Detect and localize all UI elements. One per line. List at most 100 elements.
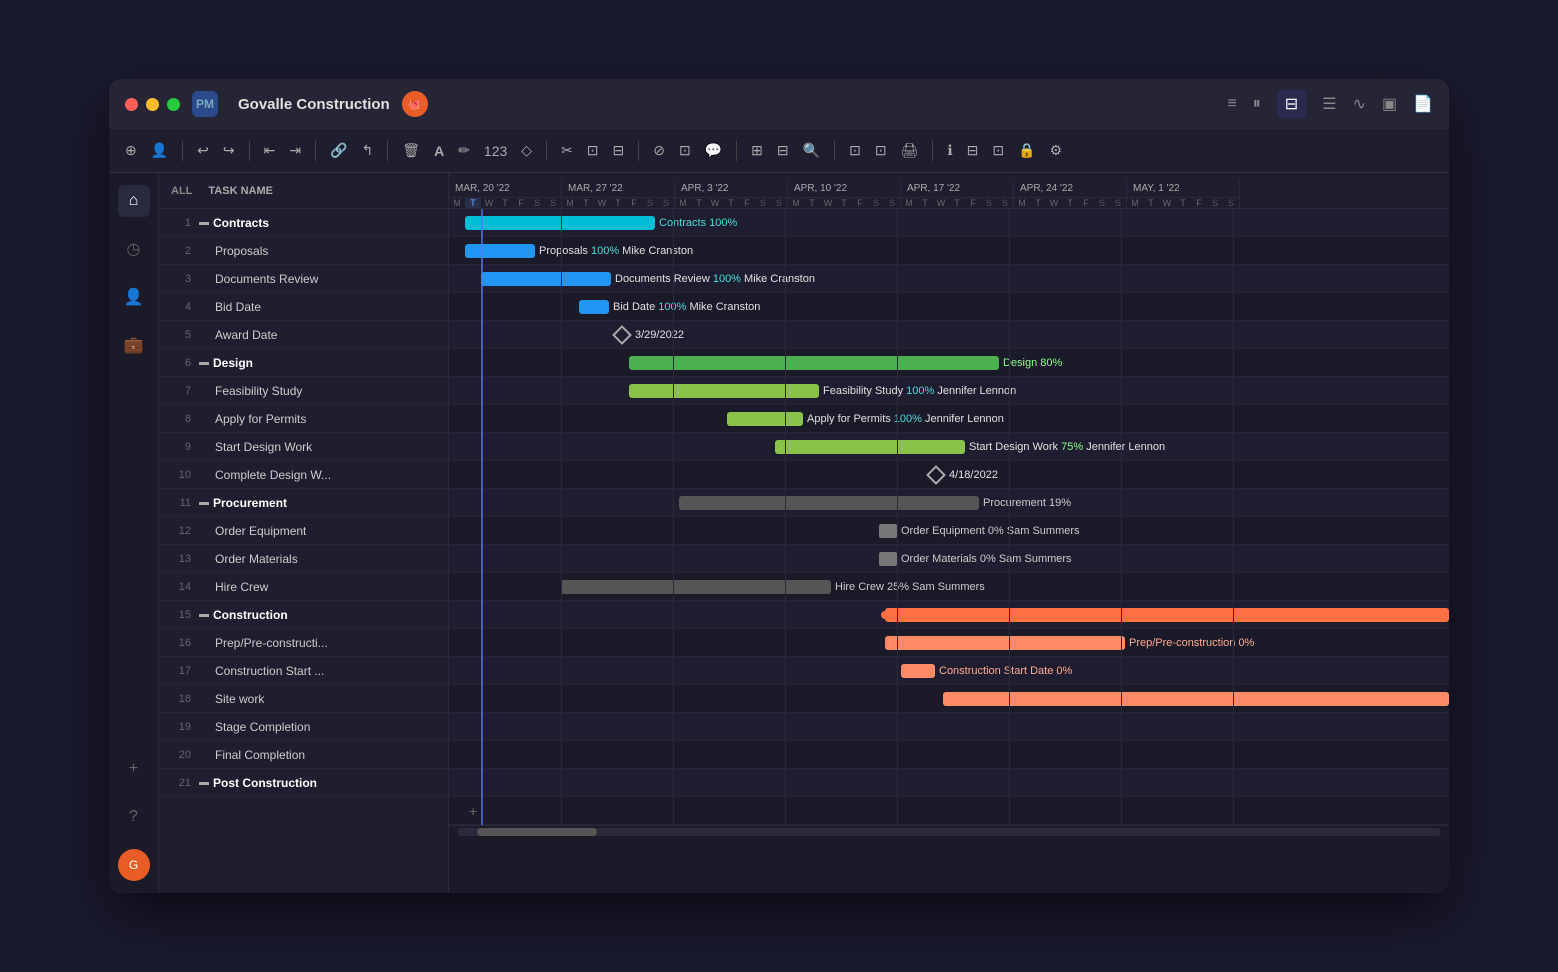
task-row[interactable]: 5 Award Date	[159, 321, 448, 349]
delete-icon[interactable]: 🗑	[398, 138, 424, 163]
doc-icon[interactable]: 📄	[1413, 94, 1433, 114]
sidebar-item-add[interactable]: +	[118, 753, 150, 785]
info-icon[interactable]: ℹ	[943, 138, 956, 163]
close-button[interactable]	[125, 98, 138, 111]
task-row[interactable]: 6 ▬ Design	[159, 349, 448, 377]
task-row[interactable]: 7 Feasibility Study	[159, 377, 448, 405]
minimize-button[interactable]	[146, 98, 159, 111]
copy-icon[interactable]: ⊡	[583, 138, 603, 163]
gantt-header: MAR, 20 '22 M T W T F S S	[449, 173, 1449, 209]
all-label: ALL	[171, 185, 192, 197]
gantt-row-19	[449, 713, 1449, 741]
user-icon[interactable]: 👤	[147, 138, 172, 163]
main-area: ⌂ ◷ 👤 💼 + ? G ALL TASK NAME 1 ▬ Contract…	[109, 173, 1449, 893]
add-row-button[interactable]: +	[449, 797, 1449, 825]
table2-icon[interactable]: ⊟	[773, 138, 793, 163]
collapse-icon: ▬	[199, 777, 209, 788]
app-window: PM Govalle Construction 🐙 ≡ ⏸ ⊟ ☰ ∿ ▣ 📄 …	[109, 79, 1449, 893]
funnel-icon[interactable]: ⊡	[988, 138, 1008, 163]
sidebar-item-briefcase[interactable]: 💼	[118, 329, 150, 361]
app-icon: PM	[192, 91, 218, 117]
print-icon[interactable]: 🖨	[897, 138, 923, 163]
gantt-row-15	[449, 601, 1449, 629]
gantt-row-2: Proposals 100% Mike Cranston	[449, 237, 1449, 265]
pause-icon[interactable]: ⏸	[1253, 95, 1261, 113]
paste-icon[interactable]: ⊟	[609, 138, 629, 163]
task-row[interactable]: 15 ▬ Construction	[159, 601, 448, 629]
task-row[interactable]: 18 Site work	[159, 685, 448, 713]
settings-icon[interactable]: ⚙	[1046, 138, 1067, 163]
chart-icon[interactable]: ∿	[1353, 94, 1366, 114]
task-list-header: ALL TASK NAME	[159, 173, 448, 209]
num-icon[interactable]: 123	[480, 139, 511, 163]
task-row[interactable]: 1 ▬ Contracts	[159, 209, 448, 237]
sidebar-item-history[interactable]: ◷	[118, 233, 150, 265]
paint-icon[interactable]: ✏	[454, 138, 474, 163]
sep1	[182, 141, 183, 161]
outdent-icon[interactable]: ⇤	[260, 138, 280, 163]
share-icon[interactable]: ⊡	[871, 138, 891, 163]
cut-icon[interactable]: ✂	[557, 138, 577, 163]
lock-icon[interactable]: 🔒	[1014, 138, 1039, 163]
zoom-icon[interactable]: 🔍	[799, 138, 824, 163]
gantt-row-5: 3/29/2022	[449, 321, 1449, 349]
task-row[interactable]: 3 Documents Review	[159, 265, 448, 293]
collapse-icon: ▬	[199, 357, 209, 368]
gantt-area[interactable]: MAR, 20 '22 M T W T F S S	[449, 173, 1449, 893]
task-row[interactable]: 9 Start Design Work	[159, 433, 448, 461]
sep6	[638, 141, 639, 161]
link-icon[interactable]: 🔗	[326, 138, 351, 163]
table-icon[interactable]: ☰	[1322, 94, 1336, 114]
text-icon[interactable]: A	[430, 139, 448, 163]
redo-icon[interactable]: ↪	[219, 138, 239, 163]
horizontal-scrollbar[interactable]	[449, 825, 1449, 837]
task-row[interactable]: 14 Hire Crew	[159, 573, 448, 601]
titlebar: PM Govalle Construction 🐙 ≡ ⏸ ⊟ ☰ ∿ ▣ 📄	[109, 79, 1449, 129]
sidebar-item-avatar[interactable]: G	[118, 849, 150, 881]
scrollbar-track	[457, 828, 1441, 836]
task-row[interactable]: 16 Prep/Pre-constructi...	[159, 629, 448, 657]
task-row[interactable]: 13 Order Materials	[159, 545, 448, 573]
export-icon[interactable]: ⊡	[845, 138, 865, 163]
sidebar-item-help[interactable]: ?	[118, 801, 150, 833]
gantt-row-11: Procurement 19%	[449, 489, 1449, 517]
calendar-icon[interactable]: ▣	[1382, 94, 1397, 114]
task-row[interactable]: 21 ▬ Post Construction	[159, 769, 448, 797]
gantt-row-21	[449, 769, 1449, 797]
gantt-row-12: Order Equipment 0% Sam Summers	[449, 517, 1449, 545]
filter-icon[interactable]: ⊟	[963, 138, 983, 163]
maximize-button[interactable]	[167, 98, 180, 111]
traffic-lights	[125, 98, 180, 111]
task-row[interactable]: 12 Order Equipment	[159, 517, 448, 545]
indent-icon[interactable]: ⇥	[285, 138, 305, 163]
sidebar-item-people[interactable]: 👤	[118, 281, 150, 313]
sep2	[249, 141, 250, 161]
gantt-row-9: Start Design Work 75% Jennifer Lennon	[449, 433, 1449, 461]
task-row[interactable]: 20 Final Completion	[159, 741, 448, 769]
gantt-row-7: Feasibility Study 100% Jennifer Lennon	[449, 377, 1449, 405]
task-row[interactable]: 19 Stage Completion	[159, 713, 448, 741]
add-icon[interactable]: ⊕	[121, 138, 141, 163]
task-row[interactable]: 11 ▬ Procurement	[159, 489, 448, 517]
task-row[interactable]: 8 Apply for Permits	[159, 405, 448, 433]
gantt-rows: Contracts 100% Proposals 100% Mike Crans…	[449, 209, 1449, 825]
link2-icon[interactable]: ⊘	[649, 138, 669, 163]
grid-icon[interactable]: ⊞	[747, 138, 767, 163]
task-row[interactable]: 10 Complete Design W...	[159, 461, 448, 489]
task-row[interactable]: 4 Bid Date	[159, 293, 448, 321]
menu-icon[interactable]: ≡	[1227, 95, 1236, 113]
shape-icon[interactable]: ◇	[517, 138, 536, 163]
task-row[interactable]: 2 Proposals	[159, 237, 448, 265]
unlink-icon[interactable]: ↰	[358, 138, 378, 163]
scrollbar-thumb[interactable]	[477, 828, 597, 836]
gantt-icon[interactable]: ⊟	[1277, 90, 1306, 118]
undo-icon[interactable]: ↩	[193, 138, 213, 163]
gantt-row-18	[449, 685, 1449, 713]
task-list: ALL TASK NAME 1 ▬ Contracts 2 Proposals …	[159, 173, 449, 893]
copy2-icon[interactable]: ⊡	[675, 138, 695, 163]
task-row[interactable]: 17 Construction Start ...	[159, 657, 448, 685]
sidebar-item-home[interactable]: ⌂	[118, 185, 150, 217]
note-icon[interactable]: 💬	[701, 138, 726, 163]
gantt-row-17: Construction Start Date 0%	[449, 657, 1449, 685]
gantt-row-20	[449, 741, 1449, 769]
